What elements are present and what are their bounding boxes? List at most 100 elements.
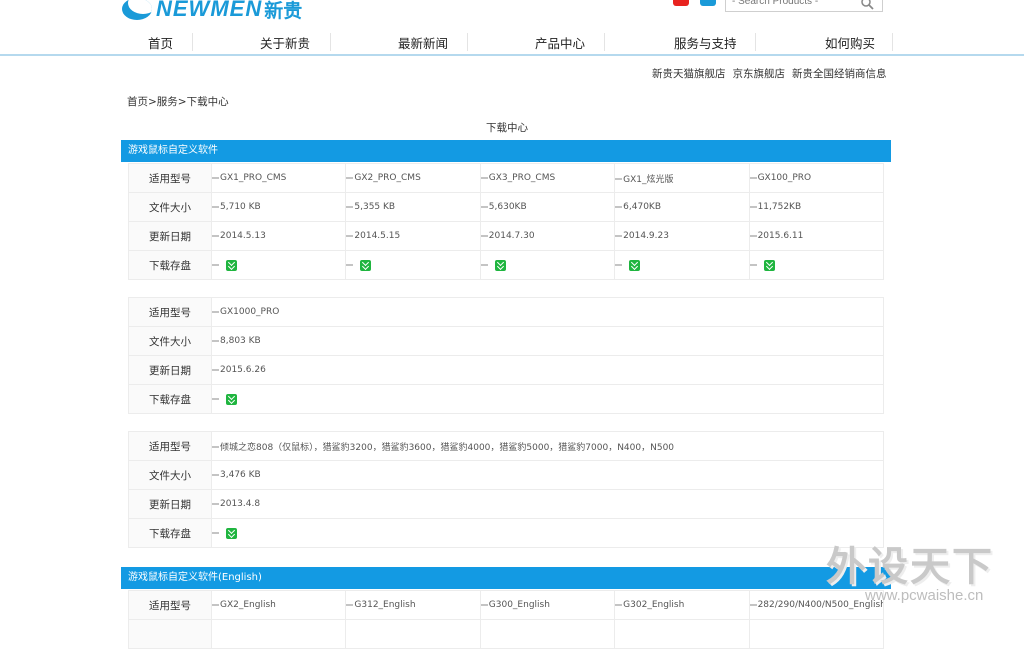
table-row: 更新日期 2014.5.13 2014.5.15 2014.7.30 2014.… — [128, 221, 885, 251]
download-cell — [748, 250, 885, 280]
model-cell: G300_English — [479, 590, 616, 620]
dealer-info-link[interactable]: 新贵全国经销商信息 — [792, 68, 887, 80]
download-icon[interactable] — [629, 259, 641, 271]
date-cell: 2015.6.11 — [748, 221, 885, 251]
nav-support[interactable]: 服务与支持 — [674, 33, 737, 52]
download-icon[interactable] — [226, 259, 237, 271]
store-links: 新贵天猫旗舰店 京东旗舰店 新贵全国经销商信息 — [652, 66, 894, 81]
row-label: 下载存盘 — [128, 384, 212, 414]
model-cell: 倾城之恋808（仅鼠标），猎鲨豹3200，猎鲨豹3600，猎鲨豹4000，猎鲨豹… — [211, 431, 884, 461]
size-cell — [748, 619, 885, 649]
table-row: 适用型号 倾城之恋808（仅鼠标），猎鲨豹3200，猎鲨豹3600，猎鲨豹400… — [128, 431, 884, 461]
main-nav: 首页 关于新贵 最新新闻 产品中心 服务与支持 如何购买 — [0, 31, 1024, 53]
table-row: 更新日期 2015.6.26 — [128, 355, 884, 385]
row-label: 适用型号 — [128, 431, 212, 461]
model-cell: G302_English — [614, 590, 750, 620]
model-cell: GX1_PRO_CMS — [210, 163, 347, 193]
logo-text: NEWMEN — [156, 0, 263, 21]
row-label: 文件大小 — [128, 460, 212, 490]
table-row: 下载存盘 — [128, 384, 884, 414]
logo-cn-text: 新贵 — [264, 0, 303, 22]
download-cell — [210, 250, 347, 280]
download-cell — [345, 250, 481, 280]
row-label: 适用型号 — [128, 297, 212, 327]
jd-store-link[interactable]: 京东旗舰店 — [733, 68, 786, 80]
table-row: 适用型号 GX2_English G312_English G300_Engli… — [128, 590, 885, 620]
model-cell: GX3_PRO_CMS — [479, 163, 616, 193]
nav-divider — [892, 33, 893, 51]
table-row: 适用型号 GX1000_PRO — [128, 297, 884, 327]
breadcrumb[interactable]: 首页>服务>下载中心 — [127, 94, 229, 109]
date-cell: 2014.5.15 — [345, 221, 481, 251]
size-cell — [479, 619, 616, 649]
row-label — [128, 619, 212, 649]
row-label: 适用型号 — [128, 590, 212, 620]
download-cell — [211, 518, 884, 548]
model-cell: G312_English — [345, 590, 481, 620]
table-row: 下载存盘 — [128, 250, 885, 280]
download-icon[interactable] — [494, 259, 506, 271]
row-label: 文件大小 — [128, 192, 212, 222]
row-label: 下载存盘 — [128, 250, 212, 280]
table-row: 文件大小 8,803 KB — [128, 326, 884, 356]
size-cell: 6,470KB — [614, 192, 750, 222]
section-header: 游戏鼠标自定义软件 — [121, 140, 891, 162]
section-header: 游戏鼠标自定义软件(English) — [121, 567, 891, 589]
nav-divider — [467, 33, 468, 51]
download-table: 适用型号 倾城之恋808（仅鼠标），猎鲨豹3200，猎鲨豹3600，猎鲨豹400… — [128, 431, 884, 548]
size-cell — [210, 619, 347, 649]
date-cell: 2015.6.26 — [211, 355, 884, 385]
nav-divider — [330, 33, 331, 51]
page-title: 下载中心 — [486, 122, 528, 134]
size-cell — [345, 619, 481, 649]
model-cell: GX1000_PRO — [211, 297, 884, 327]
date-cell: 2014.9.23 — [614, 221, 750, 251]
download-icon[interactable] — [360, 259, 372, 271]
download-cell — [479, 250, 616, 280]
download-icon[interactable] — [226, 527, 237, 539]
download-table: 适用型号 GX2_English G312_English G300_Engli… — [128, 590, 885, 649]
site-logo[interactable]: NEWMEN 新贵 — [122, 0, 302, 22]
watermark-url: www.pcwaishe.cn — [865, 587, 984, 604]
watermark-text: 外设天下 — [826, 544, 994, 590]
nav-products[interactable]: 产品中心 — [535, 33, 585, 52]
nav-about[interactable]: 关于新贵 — [260, 33, 310, 52]
nav-divider — [604, 33, 605, 51]
table-row — [128, 619, 885, 649]
size-cell — [614, 619, 750, 649]
tmall-store-link[interactable]: 新贵天猫旗舰店 — [652, 68, 726, 80]
table-row: 文件大小 3,476 KB — [128, 460, 884, 490]
row-label: 更新日期 — [128, 489, 212, 519]
size-cell: 3,476 KB — [211, 460, 884, 490]
nav-buy[interactable]: 如何购买 — [825, 33, 875, 52]
table-row: 文件大小 5,710 KB 5,355 KB 5,630KB 6,470KB 1… — [128, 192, 885, 222]
download-table: 适用型号 GX1_PRO_CMS GX2_PRO_CMS GX3_PRO_CMS… — [128, 163, 885, 280]
nav-divider — [755, 33, 756, 51]
size-cell: 5,710 KB — [210, 192, 347, 222]
download-cell — [211, 384, 884, 414]
model-cell: GX1_炫光版 — [614, 163, 750, 193]
row-label: 更新日期 — [128, 355, 212, 385]
table-row: 适用型号 GX1_PRO_CMS GX2_PRO_CMS GX3_PRO_CMS… — [128, 163, 885, 193]
row-label: 适用型号 — [128, 163, 212, 193]
search-input[interactable] — [726, 0, 862, 9]
language-en-icon[interactable] — [700, 0, 716, 6]
download-cell — [614, 250, 750, 280]
model-cell: GX2_PRO_CMS — [345, 163, 481, 193]
table-row: 更新日期 2013.4.8 — [128, 489, 884, 519]
nav-news[interactable]: 最新新闻 — [398, 33, 448, 52]
nav-underline — [0, 54, 1024, 56]
model-cell: GX2_English — [210, 590, 347, 620]
nav-home[interactable]: 首页 — [148, 33, 173, 52]
nav-divider — [192, 33, 193, 51]
date-cell: 2014.5.13 — [210, 221, 347, 251]
download-table: 适用型号 GX1000_PRO 文件大小 8,803 KB 更新日期 2015.… — [128, 297, 884, 414]
date-cell: 2014.7.30 — [479, 221, 616, 251]
size-cell: 11,752KB — [748, 192, 885, 222]
size-cell: 5,630KB — [479, 192, 616, 222]
download-icon[interactable] — [226, 393, 237, 405]
download-icon[interactable] — [763, 259, 775, 271]
search-icon[interactable] — [860, 0, 874, 10]
model-cell: GX100_PRO — [748, 163, 885, 193]
language-cn-icon[interactable] — [673, 0, 689, 6]
